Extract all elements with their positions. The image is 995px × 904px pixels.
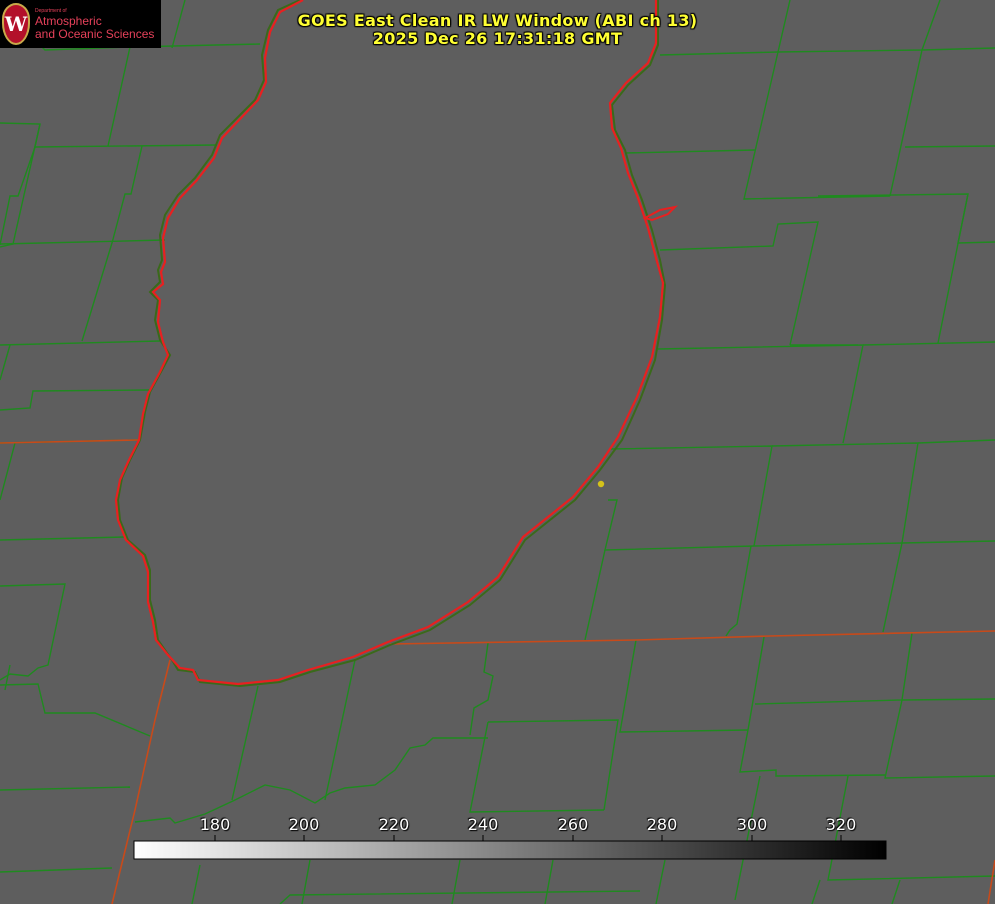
colorbar-tick-label: 320 — [825, 815, 857, 834]
image-title: GOES East Clean IR LW Window (ABI ch 13) — [297, 11, 698, 30]
colorbar-tick-label: 220 — [378, 815, 410, 834]
colorbar-tick-label: 260 — [557, 815, 589, 834]
colorbar-tick-label: 200 — [288, 815, 320, 834]
image-timestamp: 2025 Dec 26 17:31:18 GMT — [372, 29, 623, 48]
colorbar-tick-label: 300 — [736, 815, 768, 834]
satellite-map — [0, 0, 995, 904]
colorbar-tick-label: 180 — [199, 815, 231, 834]
colorbar-tick-label: 240 — [467, 815, 499, 834]
colorbar-tick-label: 280 — [646, 815, 678, 834]
colorbar — [133, 840, 887, 860]
ir-lake-shade — [150, 60, 630, 660]
city-marker — [597, 480, 605, 488]
